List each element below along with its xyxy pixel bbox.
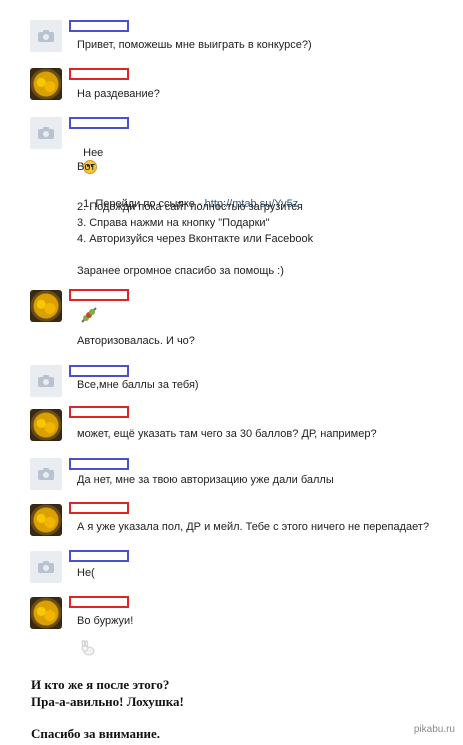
message-line: Заранее огромное спасибо за помощь :) [77,265,284,277]
message-line: 2. Подожди пока сайт полностью загрузитс… [77,201,303,213]
message-line: 4. Авторизуйся через Вконтакте или Faceb… [77,233,314,245]
message-text: А я уже указала пол, ДР и мейл. Тебе с э… [77,521,430,533]
camera-icon [38,375,54,387]
message-line: 3. Справа нажми на кнопку "Подарки" [77,217,270,229]
sender-name-redacted[interactable] [69,596,129,608]
message-text: Авторизовалась. И чо? [77,335,195,347]
avatar[interactable] [30,117,62,149]
avatar[interactable] [30,597,62,629]
message-text: Привет, поможешь мне выиграть в конкурсе… [77,39,312,51]
footer-line: Спасибо за внимание. [31,726,160,741]
message-text: может, ещё указать там чего за 30 баллов… [77,428,377,440]
footer-line: Пра-а-авильно! Лохушка! [31,694,184,709]
camera-icon [38,127,54,139]
camera-icon [38,468,54,480]
avatar[interactable] [30,409,62,441]
avatar[interactable] [30,68,62,100]
sender-name-redacted[interactable] [69,406,129,418]
sender-name-redacted[interactable] [69,365,129,377]
avatar[interactable] [30,504,62,536]
sender-name-redacted[interactable] [69,289,129,301]
sender-name-redacted[interactable] [69,117,129,129]
kebab-sticker-icon [81,307,97,323]
sender-name-redacted[interactable] [69,550,129,562]
sender-name-redacted[interactable] [69,502,129,514]
avatar[interactable] [30,20,62,52]
avatar[interactable] [30,458,62,490]
sender-name-redacted[interactable] [69,458,129,470]
avatar[interactable] [30,290,62,322]
message-text: Да нет, мне за твою авторизацию уже дали… [77,474,334,486]
avatar[interactable] [30,365,62,397]
sender-name-redacted[interactable] [69,20,129,32]
message-text: На раздевание? [77,88,160,100]
cropped-previous-message: · · · · · · [60,0,94,5]
footer-line: И кто же я после этого? [31,677,170,692]
sender-name-redacted[interactable] [69,68,129,80]
camera-icon [38,30,54,42]
message-line: Вот [77,161,96,173]
camera-icon [38,561,54,573]
message-line: Нее [83,147,104,159]
watermark: pikabu.ru [413,724,455,735]
message-text: Все,мне баллы за тебя) [77,379,199,391]
avatar[interactable] [30,551,62,583]
bunny-sticker-icon [81,640,95,656]
message-text: Не( [77,567,95,579]
message-text: Во буржуи! [77,615,134,627]
